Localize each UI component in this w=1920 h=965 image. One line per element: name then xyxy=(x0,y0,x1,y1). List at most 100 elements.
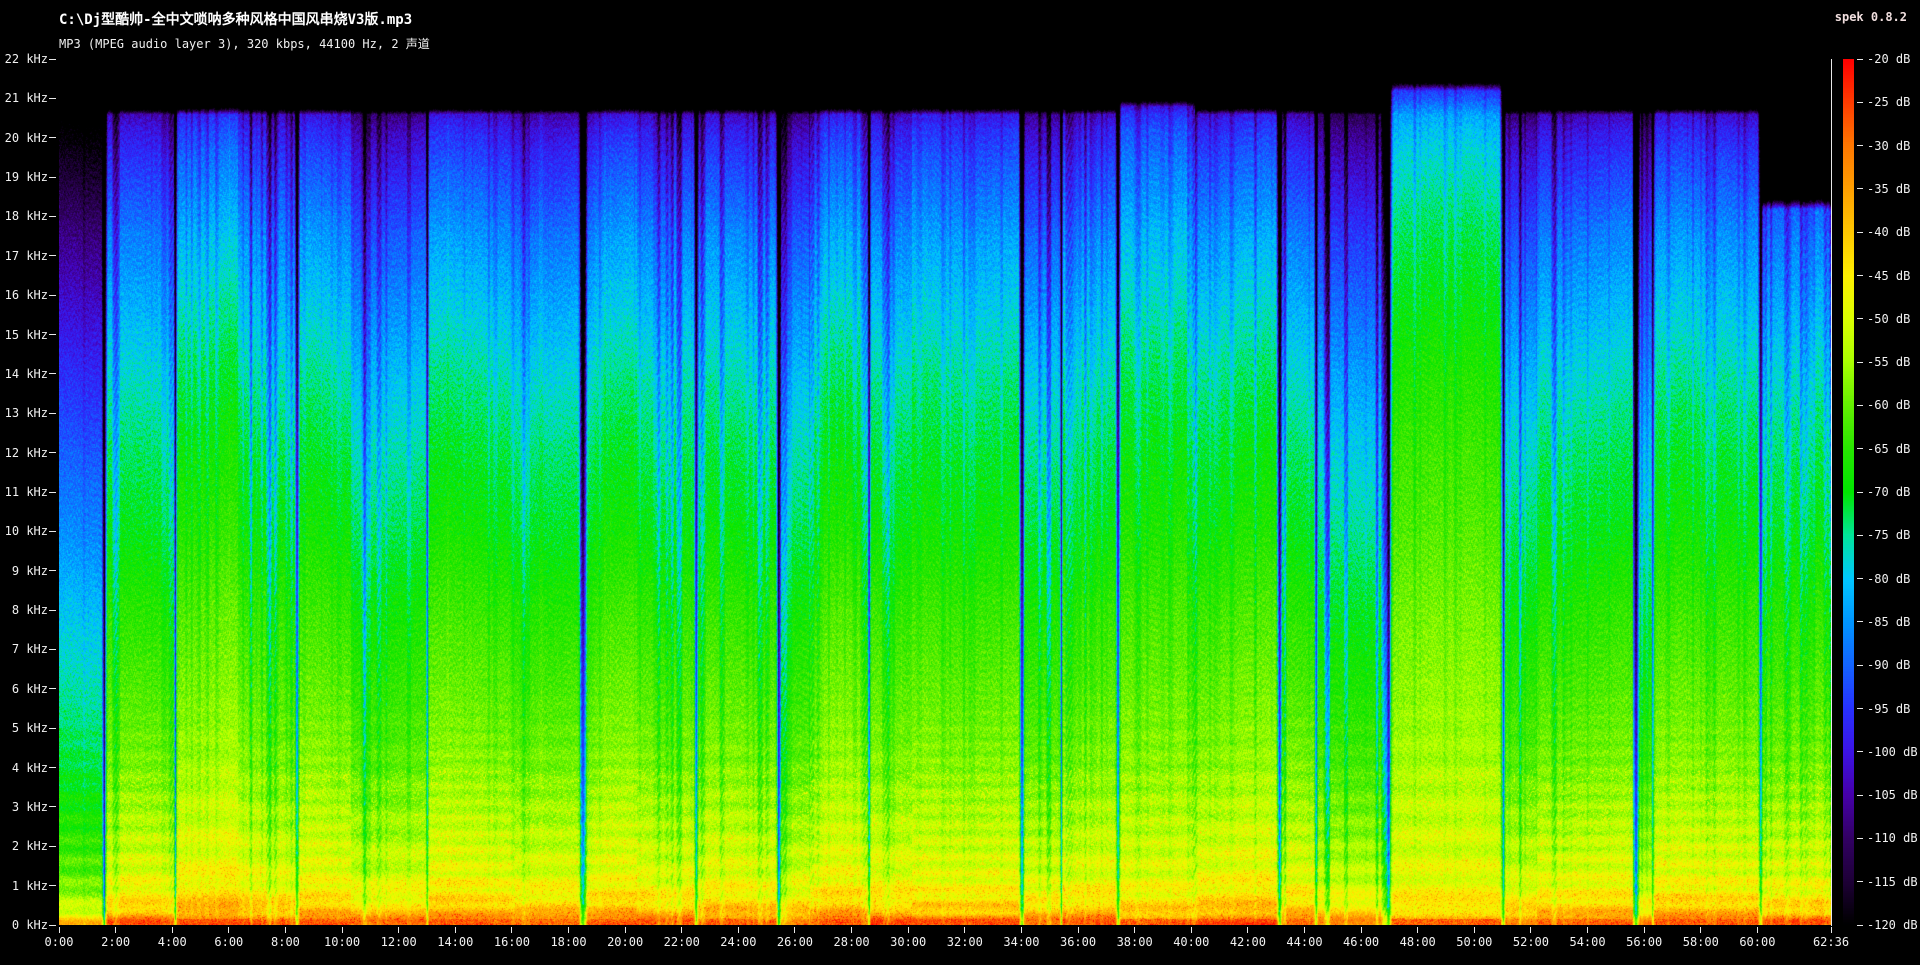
freq-tick-mark xyxy=(49,373,56,374)
time-tick-mark xyxy=(1587,927,1588,933)
freq-tick-label: 15 kHz xyxy=(0,329,48,341)
db-tick-mark xyxy=(1857,578,1863,579)
time-tick-label: 60:00 xyxy=(1727,936,1787,948)
time-tick-label: 30:00 xyxy=(878,936,938,948)
time-tick-label: 16:00 xyxy=(482,936,542,948)
time-tick-mark xyxy=(1134,927,1135,933)
time-tick-mark xyxy=(625,927,626,933)
freq-tick-mark xyxy=(49,452,56,453)
db-tick-mark xyxy=(1857,708,1863,709)
time-tick-label: 2:00 xyxy=(86,936,146,948)
time-tick-label: 8:00 xyxy=(255,936,315,948)
time-tick-mark xyxy=(1757,927,1758,933)
freq-tick-mark xyxy=(49,531,56,532)
freq-tick-label: 19 kHz xyxy=(0,171,48,183)
db-tick-label: -75 dB xyxy=(1867,529,1910,541)
db-tick-label: -35 dB xyxy=(1867,183,1910,195)
time-tick-mark xyxy=(398,927,399,933)
freq-tick-label: 11 kHz xyxy=(0,486,48,498)
freq-tick-mark xyxy=(49,177,56,178)
db-tick-label: -100 dB xyxy=(1867,746,1918,758)
freq-tick-label: 8 kHz xyxy=(0,604,48,616)
db-tick-mark xyxy=(1857,621,1863,622)
freq-tick-mark xyxy=(49,98,56,99)
time-tick-mark xyxy=(1191,927,1192,933)
plot-right-border xyxy=(1831,59,1832,926)
freq-tick-mark xyxy=(49,610,56,611)
db-tick-label: -55 dB xyxy=(1867,356,1910,368)
freq-tick-label: 4 kHz xyxy=(0,762,48,774)
freq-tick-mark xyxy=(49,59,56,60)
time-tick-mark xyxy=(228,927,229,933)
db-tick-mark xyxy=(1857,665,1863,666)
file-info: MP3 (MPEG audio layer 3), 320 kbps, 4410… xyxy=(59,35,430,52)
db-tick-mark xyxy=(1857,318,1863,319)
time-tick-mark xyxy=(1304,927,1305,933)
freq-tick-label: 21 kHz xyxy=(0,92,48,104)
time-tick-label: 0:00 xyxy=(29,936,89,948)
freq-tick-mark xyxy=(49,216,56,217)
time-tick-mark xyxy=(794,927,795,933)
freq-tick-label: 0 kHz xyxy=(0,919,48,931)
db-tick-label: -25 dB xyxy=(1867,96,1910,108)
time-tick-mark xyxy=(1247,927,1248,933)
time-tick-label: 26:00 xyxy=(765,936,825,948)
time-tick-label: 32:00 xyxy=(935,936,995,948)
freq-tick-label: 13 kHz xyxy=(0,407,48,419)
time-tick-label: 36:00 xyxy=(1048,936,1108,948)
db-tick-mark xyxy=(1857,275,1863,276)
time-tick-label: 22:00 xyxy=(652,936,712,948)
freq-tick-mark xyxy=(49,806,56,807)
db-tick-label: -20 dB xyxy=(1867,53,1910,65)
time-tick-label: 50:00 xyxy=(1444,936,1504,948)
db-tick-mark xyxy=(1857,102,1863,103)
db-tick-mark xyxy=(1857,925,1863,926)
db-tick-label: -45 dB xyxy=(1867,270,1910,282)
db-tick-mark xyxy=(1857,362,1863,363)
db-tick-label: -85 dB xyxy=(1867,616,1910,628)
freq-tick-mark xyxy=(49,649,56,650)
time-tick-mark xyxy=(1361,927,1362,933)
time-tick-label: 44:00 xyxy=(1274,936,1334,948)
time-tick-label: 40:00 xyxy=(1161,936,1221,948)
freq-tick-label: 12 kHz xyxy=(0,447,48,459)
freq-tick-label: 17 kHz xyxy=(0,250,48,262)
time-tick-label: 28:00 xyxy=(822,936,882,948)
time-tick-mark xyxy=(1417,927,1418,933)
freq-tick-mark xyxy=(49,570,56,571)
db-tick-mark xyxy=(1857,145,1863,146)
time-tick-label: 4:00 xyxy=(142,936,202,948)
db-tick-label: -80 dB xyxy=(1867,573,1910,585)
db-tick-label: -40 dB xyxy=(1867,226,1910,238)
time-tick-mark xyxy=(115,927,116,933)
time-tick-mark xyxy=(1474,927,1475,933)
time-tick-label: 62:36 xyxy=(1801,936,1861,948)
db-tick-mark xyxy=(1857,448,1863,449)
freq-tick-label: 1 kHz xyxy=(0,880,48,892)
freq-tick-mark xyxy=(49,767,56,768)
freq-tick-label: 5 kHz xyxy=(0,722,48,734)
freq-tick-mark xyxy=(49,137,56,138)
freq-tick-mark xyxy=(49,885,56,886)
time-tick-mark xyxy=(455,927,456,933)
db-tick-label: -105 dB xyxy=(1867,789,1918,801)
db-tick-mark xyxy=(1857,188,1863,189)
freq-tick-mark xyxy=(49,846,56,847)
db-tick-label: -65 dB xyxy=(1867,443,1910,455)
time-tick-mark xyxy=(59,927,60,933)
freq-tick-mark xyxy=(49,413,56,414)
time-tick-mark xyxy=(172,927,173,933)
time-tick-label: 38:00 xyxy=(1105,936,1165,948)
db-tick-mark xyxy=(1857,751,1863,752)
db-tick-mark xyxy=(1857,492,1863,493)
freq-tick-label: 20 kHz xyxy=(0,132,48,144)
db-tick-label: -90 dB xyxy=(1867,659,1910,671)
time-tick-mark xyxy=(1644,927,1645,933)
colorbar-gradient xyxy=(1843,59,1854,925)
db-tick-label: -95 dB xyxy=(1867,703,1910,715)
time-tick-mark xyxy=(511,927,512,933)
db-tick-label: -115 dB xyxy=(1867,876,1918,888)
time-tick-label: 52:00 xyxy=(1501,936,1561,948)
time-tick-mark xyxy=(851,927,852,933)
time-tick-label: 20:00 xyxy=(595,936,655,948)
